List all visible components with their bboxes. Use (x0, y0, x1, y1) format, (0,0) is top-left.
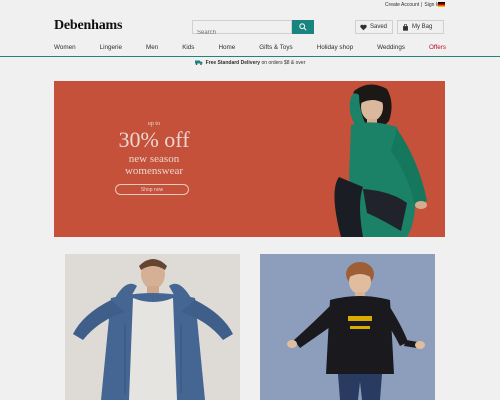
brand-logo[interactable]: Debenhams (54, 18, 122, 34)
country-flag-icon[interactable] (438, 2, 445, 7)
nav-divider (0, 56, 500, 57)
saved-button[interactable]: Saved (355, 20, 393, 34)
create-account-link[interactable]: Create Account (385, 2, 419, 8)
delivery-banner[interactable]: Free Standard Delivery on orders $8 & ov… (0, 60, 500, 70)
nav-item-gifts-toys[interactable]: Gifts & Toys (259, 44, 292, 51)
product-tile-kids[interactable] (260, 254, 435, 400)
delivery-truck-icon (194, 60, 203, 66)
search-box (192, 20, 292, 39)
bag-button[interactable]: My Bag (397, 20, 444, 34)
link-separator: | (421, 2, 423, 8)
delivery-bold-text: Free Standard Delivery (205, 60, 261, 66)
nav-item-holiday-shop[interactable]: Holiday shop (317, 44, 353, 51)
nav-item-women[interactable]: Women (54, 44, 76, 51)
shop-now-button[interactable]: Shop now (115, 184, 189, 195)
hero-discount: 30% off (118, 127, 190, 152)
top-utility-bar: Create Account | Sign In (0, 0, 500, 10)
nav-item-offers[interactable]: Offers (429, 44, 446, 51)
saved-label: Saved (370, 24, 388, 30)
nav-item-home[interactable]: Home (218, 44, 235, 51)
bag-icon (403, 23, 408, 31)
hero-subtitle-line2: womenswear (124, 165, 184, 177)
search-icon (299, 23, 307, 31)
heart-icon (360, 24, 367, 30)
account-links: Create Account | Sign In (385, 2, 440, 8)
delivery-text: on orders $8 & over (260, 60, 306, 66)
kids-bomber-jacket-image (287, 262, 425, 400)
search-button[interactable] (292, 20, 314, 34)
product-tile-men[interactable] (65, 254, 240, 400)
hero-subtitle-line1: new season (128, 153, 180, 165)
nav-item-weddings[interactable]: Weddings (377, 44, 405, 51)
nav-item-kids[interactable]: Kids (182, 44, 194, 51)
hero-model-image (334, 84, 427, 237)
men-denim-jacket-image (73, 259, 233, 400)
hero-copy: up to 30% off new season womenswear (54, 81, 254, 237)
bag-label: My Bag (412, 24, 433, 30)
main-nav: Women Lingerie Men Kids Home Gifts & Toy… (54, 40, 446, 54)
nav-item-lingerie[interactable]: Lingerie (100, 44, 122, 51)
search-input[interactable] (193, 27, 291, 39)
nav-item-men[interactable]: Men (146, 44, 158, 51)
hero-banner[interactable]: up to 30% off new season womenswear Shop… (54, 81, 445, 237)
